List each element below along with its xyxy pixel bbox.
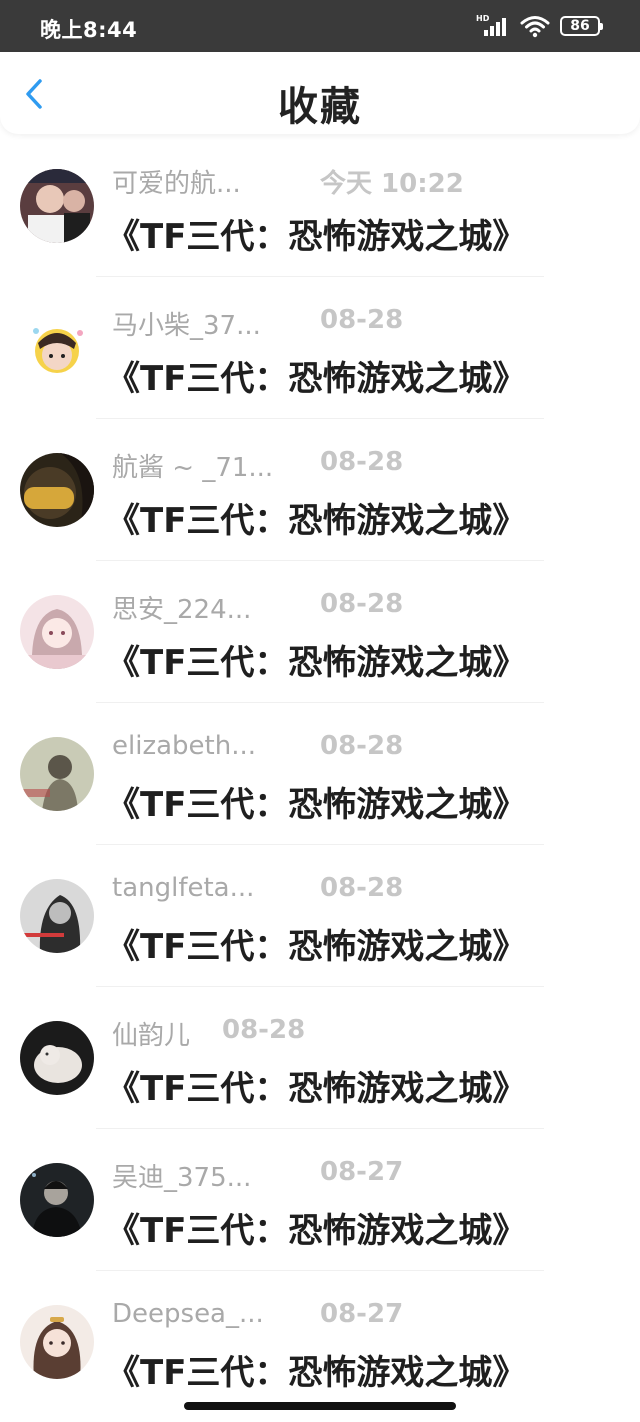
- avatar[interactable]: [20, 169, 94, 243]
- list-item[interactable]: 可爱的航... 今天 10:22 《TF三代：恐怖游戏之城》: [0, 135, 640, 277]
- avatar[interactable]: [20, 453, 94, 527]
- avatar[interactable]: [20, 1163, 94, 1237]
- date: 08-28: [222, 1015, 306, 1045]
- list-item[interactable]: tanglfeta... 08-28 《TF三代：恐怖游戏之城》: [0, 845, 640, 987]
- username[interactable]: Deepsea_...: [112, 1299, 292, 1329]
- avatar[interactable]: [20, 879, 94, 953]
- item-title[interactable]: 《TF三代：恐怖游戏之城》: [106, 919, 526, 968]
- username[interactable]: tanglfeta...: [112, 873, 292, 903]
- avatar[interactable]: [20, 1021, 94, 1095]
- favorites-list: 可爱的航... 今天 10:22 《TF三代：恐怖游戏之城》 马小柴_37...…: [0, 135, 640, 1413]
- wifi-icon: [520, 16, 550, 38]
- home-indicator[interactable]: [184, 1402, 456, 1410]
- list-item[interactable]: 马小柴_37... 08-28 《TF三代：恐怖游戏之城》: [0, 277, 640, 419]
- list-item[interactable]: 吴迪_375... 08-27 《TF三代：恐怖游戏之城》: [0, 1129, 640, 1271]
- username[interactable]: 吴迪_375...: [112, 1157, 292, 1194]
- battery-icon: 86: [560, 16, 603, 36]
- avatar[interactable]: [20, 311, 94, 385]
- item-title[interactable]: 《TF三代：恐怖游戏之城》: [106, 351, 526, 400]
- header: 收藏: [0, 52, 640, 134]
- battery-level: 86: [570, 18, 590, 34]
- signal-icon: HD: [476, 14, 510, 38]
- list-item[interactable]: elizabeth... 08-28 《TF三代：恐怖游戏之城》: [0, 703, 640, 845]
- date: 08-28: [320, 305, 404, 335]
- list-item[interactable]: 仙韵儿 08-28 《TF三代：恐怖游戏之城》: [0, 987, 640, 1129]
- date: 08-27: [320, 1299, 404, 1329]
- item-title[interactable]: 《TF三代：恐怖游戏之城》: [106, 635, 526, 684]
- username[interactable]: 仙韵儿: [112, 1015, 190, 1052]
- date: 08-28: [320, 589, 404, 619]
- date: 08-27: [320, 1157, 404, 1187]
- date: 08-28: [320, 873, 404, 903]
- item-title[interactable]: 《TF三代：恐怖游戏之城》: [106, 209, 526, 258]
- username[interactable]: 可爱的航...: [112, 163, 292, 200]
- status-bar: 晚上8:44 HD 86: [0, 0, 640, 52]
- item-title[interactable]: 《TF三代：恐怖游戏之城》: [106, 1345, 526, 1394]
- avatar[interactable]: [20, 595, 94, 669]
- list-item[interactable]: 航酱 ~ _71... 08-28 《TF三代：恐怖游戏之城》: [0, 419, 640, 561]
- item-title[interactable]: 《TF三代：恐怖游戏之城》: [106, 1203, 526, 1252]
- avatar[interactable]: [20, 1305, 94, 1379]
- date: 08-28: [320, 447, 404, 477]
- date: 今天 10:22: [320, 169, 464, 199]
- list-item[interactable]: 思安_224... 08-28 《TF三代：恐怖游戏之城》: [0, 561, 640, 703]
- page-title: 收藏: [278, 84, 362, 130]
- status-time: 晚上8:44: [40, 18, 138, 42]
- avatar[interactable]: [20, 737, 94, 811]
- item-title[interactable]: 《TF三代：恐怖游戏之城》: [106, 493, 526, 542]
- item-title[interactable]: 《TF三代：恐怖游戏之城》: [106, 1061, 526, 1110]
- item-title[interactable]: 《TF三代：恐怖游戏之城》: [106, 777, 526, 826]
- username[interactable]: 思安_224...: [112, 589, 292, 626]
- username[interactable]: elizabeth...: [112, 731, 292, 761]
- status-icons: HD 86: [476, 14, 603, 38]
- username[interactable]: 马小柴_37...: [112, 305, 292, 342]
- username[interactable]: 航酱 ~ _71...: [112, 447, 292, 484]
- date: 08-28: [320, 731, 404, 761]
- list-item[interactable]: Deepsea_... 08-27 《TF三代：恐怖游戏之城》: [0, 1271, 640, 1413]
